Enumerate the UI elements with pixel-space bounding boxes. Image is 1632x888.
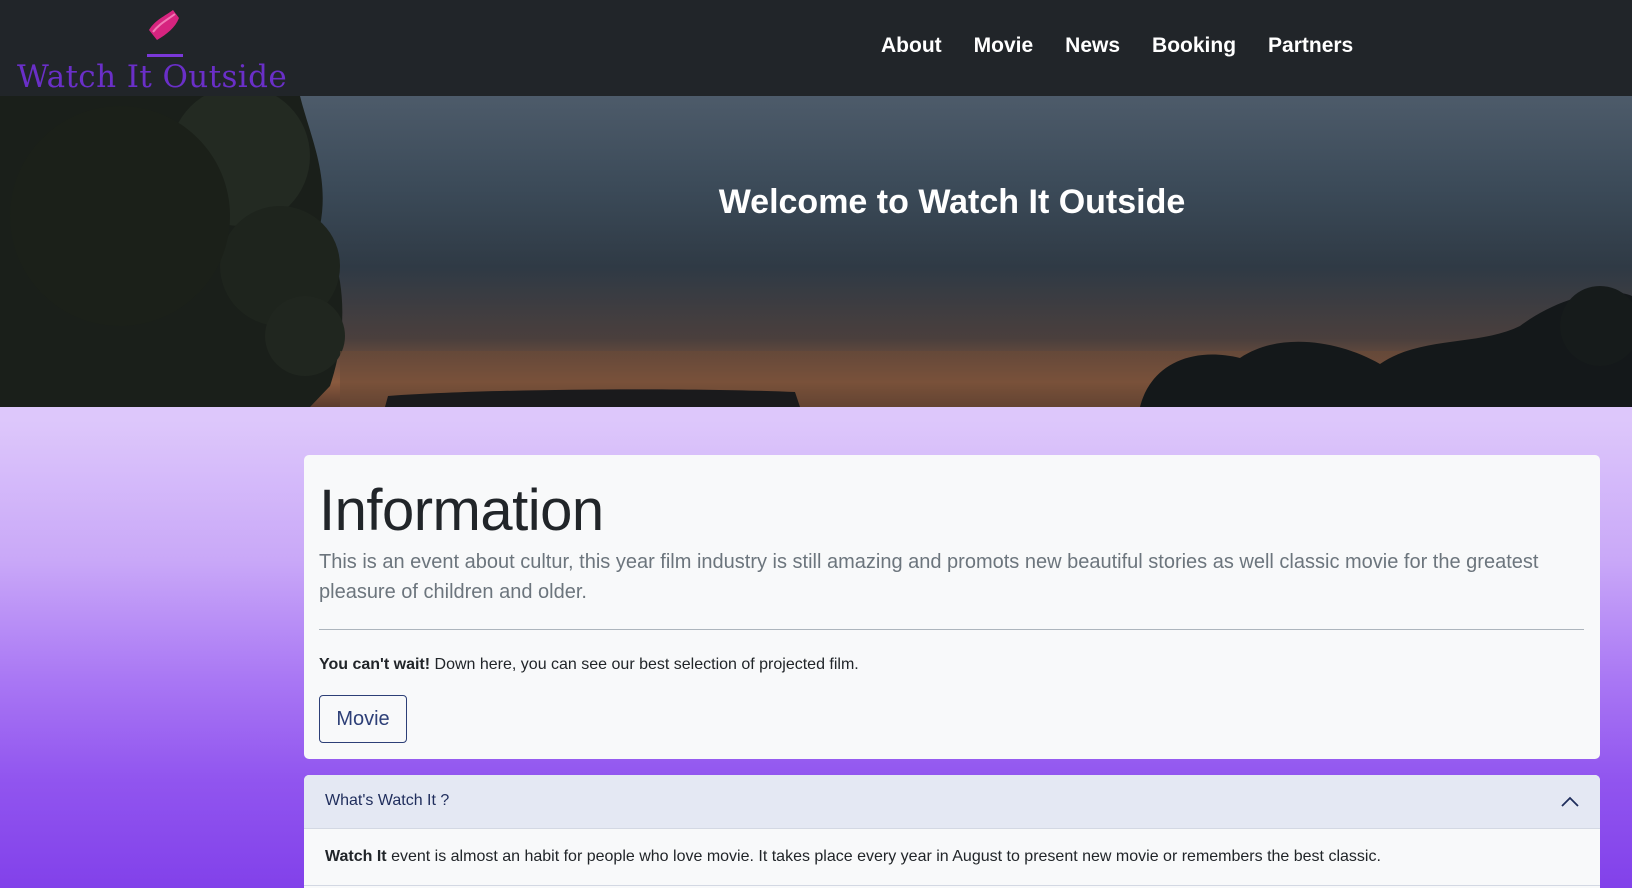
hero-title: Welcome to Watch It Outside [718, 183, 1186, 221]
accordion: What's Watch It ? Watch It event is almo… [304, 775, 1600, 888]
movie-button[interactable]: Movie [319, 695, 407, 743]
accordion-body-bold: Watch It [325, 848, 387, 865]
information-card: Information This is an event about cultu… [304, 455, 1600, 759]
information-title: Information [319, 478, 604, 543]
cta-text: Down here, you can see our best selectio… [430, 656, 859, 673]
nav-link-about[interactable]: About [865, 30, 958, 62]
nav-link-partners[interactable]: Partners [1252, 30, 1369, 62]
main-nav: About Movie News Booking Partners [865, 30, 1369, 62]
information-cta-text: You can't wait! Down here, you can see o… [319, 656, 859, 674]
brand-name: Watch It Outside [17, 59, 288, 95]
nav-link-news[interactable]: News [1049, 30, 1136, 62]
nav-link-movie[interactable]: Movie [958, 30, 1050, 62]
accordion-body-text: event is almost an habit for people who … [386, 848, 1381, 865]
ticket-logo-icon [147, 10, 183, 57]
hero-banner: Welcome to Watch It Outside [0, 96, 1632, 407]
information-lead: This is an event about cultur, this year… [319, 551, 1539, 603]
nav-link-booking[interactable]: Booking [1136, 30, 1252, 62]
chevron-up-icon [1561, 796, 1579, 807]
hero-background-image [0, 96, 1632, 407]
accordion-body: Watch It event is almost an habit for pe… [325, 848, 1381, 866]
accordion-divider [304, 885, 1600, 886]
accordion-header-whats-watch-it[interactable]: What's Watch It ? [304, 775, 1600, 829]
brand-link[interactable]: Watch It Outside [14, 6, 304, 95]
cta-bold-text: You can't wait! [319, 656, 431, 673]
navbar: Watch It Outside About Movie News Bookin… [0, 0, 1632, 96]
divider [319, 629, 1584, 630]
accordion-header-label: What's Watch It ? [325, 792, 450, 809]
